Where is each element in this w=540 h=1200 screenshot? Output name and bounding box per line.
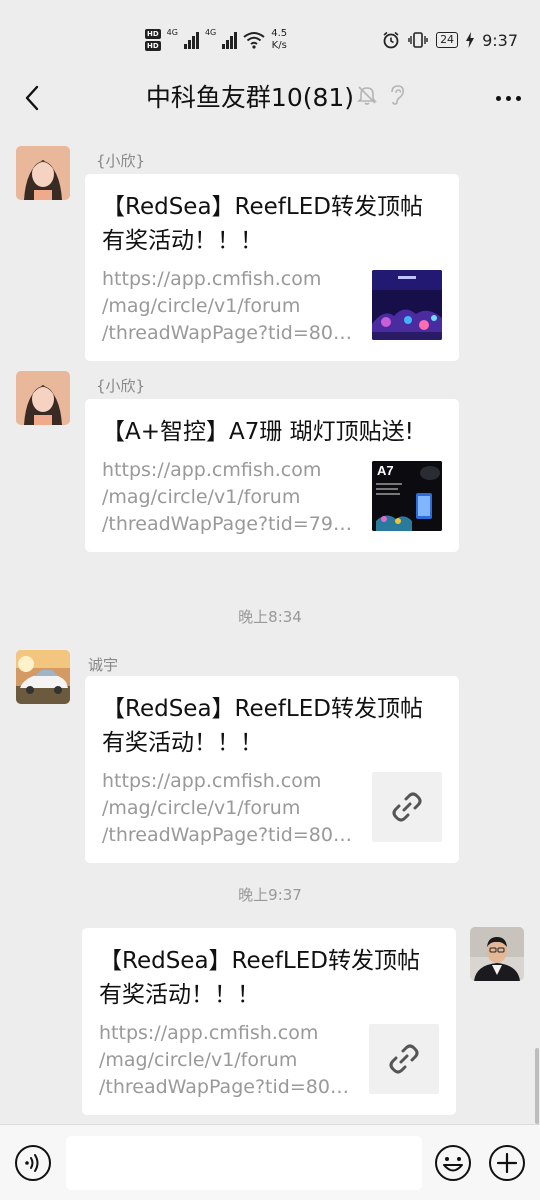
url-line: https://app.cmfish.com (102, 459, 322, 481)
url-line: https://app.cmfish.com (102, 268, 322, 290)
link-icon (392, 792, 422, 822)
sender-name: 诚宇 (88, 656, 119, 674)
signal-icon-2 (222, 31, 238, 49)
link-url: https://app.cmfish.com /mag/circle/v1/fo… (99, 1020, 355, 1101)
voice-button[interactable] (14, 1144, 52, 1186)
link-title: 【RedSea】ReefLED转发顶帖有奖活动！！！ (102, 696, 423, 756)
link-title: 【RedSea】ReefLED转发顶帖有奖活动！！！ (102, 194, 423, 254)
scrollbar[interactable] (535, 1048, 539, 1124)
link-thumbnail (372, 270, 442, 340)
chat-header: 中科鱼友群10(81) (0, 72, 540, 124)
timestamp: 晚上8:34 (238, 608, 302, 626)
hd-badge-2: HD (145, 41, 161, 51)
avatar[interactable] (16, 371, 70, 425)
link-card[interactable]: 【A+智控】A7珊 瑚灯顶贴送! https://app.cmfish.com … (85, 399, 459, 552)
avatar[interactable] (16, 650, 70, 704)
ear-icon (391, 85, 404, 105)
alarm-icon (383, 31, 399, 49)
message-list[interactable]: {小欣} 【RedSea】ReefLED转发顶帖有奖活动！！！ https://… (0, 124, 540, 1124)
voice-icon (15, 1145, 51, 1181)
link-thumbnail: A7 (372, 461, 442, 531)
link-title: 【RedSea】ReefLED转发顶帖有奖活动！！！ (99, 948, 420, 1008)
charging-icon (466, 32, 475, 48)
link-card[interactable]: 【RedSea】ReefLED转发顶帖有奖活动！！！ https://app.c… (82, 928, 456, 1115)
timestamp: 晚上9:37 (238, 886, 302, 904)
hd-badges: HD HD (145, 29, 161, 51)
emoji-icon (435, 1145, 471, 1181)
status-left: HD HD 4G 4G 4.5 K/s (145, 24, 287, 56)
sender-name: {小欣} (96, 377, 146, 395)
speed-value: 4.5 (271, 28, 288, 39)
title-status-icons (356, 84, 406, 106)
wifi-icon (243, 32, 265, 49)
vibrate-icon (408, 32, 428, 48)
status-right: 24 9:37 (382, 28, 518, 52)
thumbnail-label: A7 (377, 463, 394, 478)
url-line: /threadWapPage?tid=799... (102, 513, 358, 535)
status-bar: HD HD 4G 4G 4.5 K/s 24 9:37 (0, 0, 540, 72)
url-line: /mag/circle/v1/forum (99, 1049, 298, 1071)
link-thumbnail (369, 1024, 439, 1094)
link-url: https://app.cmfish.com /mag/circle/v1/fo… (102, 457, 358, 538)
clock: 9:37 (482, 30, 518, 50)
link-thumbnail (372, 772, 442, 842)
link-url: https://app.cmfish.com /mag/circle/v1/fo… (102, 768, 358, 849)
url-line: /mag/circle/v1/forum (102, 295, 301, 317)
more-button[interactable] (490, 80, 526, 116)
bell-off-icon (357, 86, 377, 105)
link-card[interactable]: 【RedSea】ReefLED转发顶帖有奖活动！！！ https://app.c… (85, 676, 459, 863)
signal-icon (183, 31, 199, 49)
emoji-button[interactable] (434, 1144, 472, 1186)
more-icon (495, 95, 521, 101)
network-type-2: 4G (204, 28, 217, 37)
link-url: https://app.cmfish.com /mag/circle/v1/fo… (102, 266, 358, 347)
url-line: /mag/circle/v1/forum (102, 486, 301, 508)
link-title: 【A+智控】A7珊 瑚灯顶贴送! (102, 419, 414, 445)
url-line: https://app.cmfish.com (102, 770, 322, 792)
url-line: /threadWapPage?tid=800... (102, 824, 358, 846)
url-line: /mag/circle/v1/forum (102, 797, 301, 819)
battery-icon: 24 (436, 32, 459, 48)
network-speed: 4.5 K/s (271, 28, 287, 52)
sender-name: {小欣} (96, 152, 146, 170)
input-bar (0, 1124, 540, 1200)
plus-icon (489, 1145, 525, 1181)
hd-badge-1: HD (145, 29, 161, 39)
url-line: https://app.cmfish.com (99, 1022, 319, 1044)
chat-title: 中科鱼友群10(81) (145, 83, 355, 112)
network-type-1: 4G (166, 28, 178, 37)
more-functions-button[interactable] (488, 1144, 526, 1186)
speed-unit: K/s (271, 40, 287, 51)
url-line: /threadWapPage?tid=800... (102, 322, 358, 344)
avatar[interactable] (16, 146, 70, 200)
message-input[interactable] (66, 1136, 422, 1190)
link-card[interactable]: 【RedSea】ReefLED转发顶帖有奖活动！！！ https://app.c… (85, 174, 459, 361)
url-line: /threadWapPage?tid=800... (99, 1076, 355, 1098)
my-avatar[interactable] (470, 927, 524, 981)
link-icon (389, 1044, 419, 1074)
